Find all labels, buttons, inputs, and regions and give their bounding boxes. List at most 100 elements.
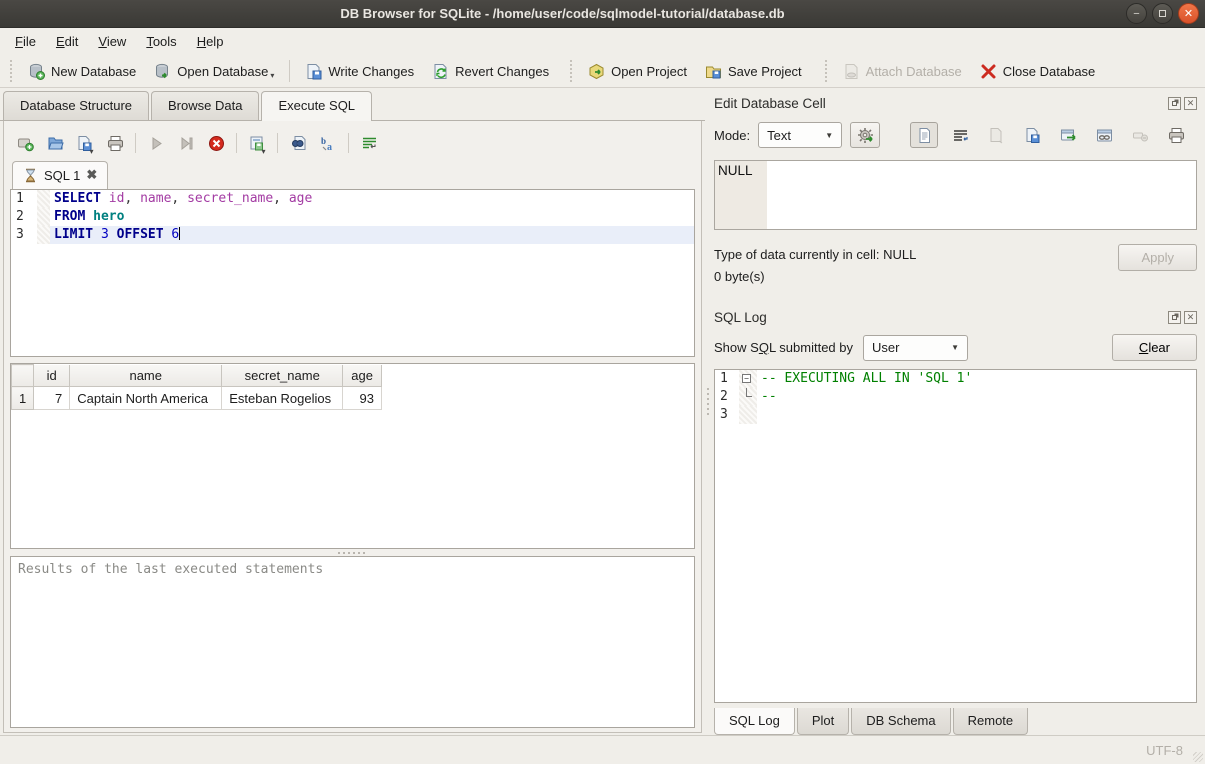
stop-icon (208, 135, 225, 152)
write-changes-button[interactable]: Write Changes (296, 59, 423, 84)
log-filter-select[interactable]: User ▼ (863, 335, 968, 361)
clear-log-button[interactable]: Clear (1112, 334, 1197, 361)
toolbar-drag-handle[interactable] (8, 60, 15, 82)
log-filter-label: Show SQL submitted by (714, 340, 853, 355)
mode-select[interactable]: Text ▼ (758, 122, 842, 148)
menu-edit[interactable]: Edit (47, 30, 87, 53)
save-sql-file-button[interactable]: ▾ (72, 130, 98, 156)
dock-float-button[interactable] (1168, 311, 1181, 324)
sql-log-view[interactable]: 1 − -- EXECUTING ALL IN 'SQL 1' 2 -- 3 (714, 369, 1197, 703)
menu-file[interactable]: File (6, 30, 45, 53)
horizontal-splitter[interactable] (10, 549, 695, 556)
close-button[interactable]: ✕ (1178, 3, 1199, 24)
save-results-button[interactable]: ▾ (244, 130, 270, 156)
log-line: 1 − -- EXECUTING ALL IN 'SQL 1' (715, 370, 1196, 388)
open-database-button[interactable]: Open Database ▾ (145, 59, 283, 84)
resize-grip-icon[interactable] (1193, 752, 1203, 762)
menu-view[interactable]: View (89, 30, 135, 53)
execute-all-button[interactable] (143, 130, 169, 156)
execution-messages[interactable]: Results of the last executed statements (10, 556, 695, 728)
close-database-button[interactable]: Close Database (971, 59, 1105, 84)
save-project-icon (705, 63, 722, 80)
title-bar[interactable]: DB Browser for SQLite - /home/user/code/… (0, 0, 1205, 28)
open-sql-file-button[interactable] (42, 130, 68, 156)
sql-log-dock-title: SQL Log (714, 310, 1168, 325)
set-null-button[interactable] (1126, 122, 1154, 148)
text-mode-button[interactable] (910, 122, 938, 148)
printer-icon (107, 135, 124, 152)
editor-line[interactable]: 1SELECT id, name, secret_name, age (11, 190, 694, 208)
cell-name[interactable]: Captain North America (70, 387, 222, 410)
edit-cell-dock-titlebar[interactable]: Edit Database Cell ✕ (714, 92, 1197, 114)
table-row[interactable]: 1 7 Captain North America Esteban Rogeli… (12, 387, 382, 410)
tab-db-schema[interactable]: DB Schema (851, 708, 950, 735)
log-filter-row: Show SQL submitted by User ▼ Clear (714, 334, 1197, 361)
float-icon (1172, 315, 1177, 320)
execute-line-button[interactable] (173, 130, 199, 156)
tab-remote[interactable]: Remote (953, 708, 1029, 735)
revert-changes-button[interactable]: Revert Changes (423, 59, 558, 84)
save-as-icon (1024, 127, 1041, 144)
import-cell-data-button[interactable] (982, 122, 1010, 148)
stop-execution-button[interactable] (203, 130, 229, 156)
dock-close-button[interactable]: ✕ (1184, 311, 1197, 324)
svg-text:a: a (327, 142, 332, 152)
database-open-icon (154, 63, 171, 80)
menu-help[interactable]: Help (188, 30, 233, 53)
new-database-button[interactable]: New Database (19, 59, 145, 84)
toolbar-drag-handle[interactable] (823, 60, 830, 82)
dock-close-button[interactable]: ✕ (1184, 97, 1197, 110)
fold-margin[interactable]: − (739, 370, 757, 388)
tab-execute-sql[interactable]: Execute SQL (261, 91, 372, 121)
tab-database-structure[interactable]: Database Structure (3, 91, 149, 120)
maximize-button[interactable] (1152, 3, 1173, 24)
auto-apply-button[interactable] (850, 122, 880, 148)
dock-float-button[interactable] (1168, 97, 1181, 110)
format-sql-button[interactable]: ba (315, 130, 341, 156)
sql-1-tab[interactable]: SQL 1 ✖ (12, 161, 108, 189)
fold-collapse-icon[interactable]: − (742, 374, 751, 383)
cell-age[interactable]: 93 (343, 387, 382, 410)
open-in-external-button[interactable] (1054, 122, 1082, 148)
cell-value-editor[interactable]: NULL (714, 160, 1197, 230)
corner-header[interactable] (12, 365, 34, 387)
attach-database-icon (843, 63, 860, 80)
minimize-button[interactable]: − (1126, 3, 1147, 24)
editor-line[interactable]: 2FROM hero (11, 208, 694, 226)
sql-tab-close-icon[interactable]: ✖ (86, 167, 97, 183)
attach-database-button[interactable]: Attach Database (834, 59, 971, 84)
cell-id[interactable]: 7 (34, 387, 70, 410)
sql-log-dock-titlebar[interactable]: SQL Log ✕ (714, 306, 1197, 328)
main-tab-bar: Database Structure Browse Data Execute S… (0, 90, 705, 121)
open-database-dropdown-icon[interactable]: ▾ (270, 71, 274, 80)
save-project-button[interactable]: Save Project (696, 59, 811, 84)
tab-sql-log[interactable]: SQL Log (714, 708, 795, 735)
editor-line[interactable]: 3LIMIT 3 OFFSET 6 (11, 226, 694, 244)
new-sql-tab-button[interactable] (12, 130, 38, 156)
column-header-secret-name[interactable]: secret_name (222, 365, 343, 387)
save-results-dropdown-icon[interactable]: ▾ (261, 147, 265, 156)
main-content: Database Structure Browse Data Execute S… (0, 88, 1205, 735)
print-button[interactable] (102, 130, 128, 156)
column-header-age[interactable]: age (343, 365, 382, 387)
encoding-indicator[interactable]: UTF-8 (1146, 743, 1183, 758)
apply-button[interactable]: Apply (1118, 244, 1197, 271)
tab-plot[interactable]: Plot (797, 708, 849, 735)
word-wrap-cell-button[interactable] (946, 122, 974, 148)
word-wrap-button[interactable] (356, 130, 382, 156)
column-header-id[interactable]: id (34, 365, 70, 387)
toolbar-drag-handle[interactable] (568, 60, 575, 82)
print-cell-button[interactable] (1162, 122, 1190, 148)
save-dropdown-icon[interactable]: ▾ (89, 147, 93, 156)
column-header-name[interactable]: name (70, 365, 222, 387)
results-grid[interactable]: id name secret_name age 1 7 Captain Nort… (10, 363, 695, 549)
cell-edit-area[interactable] (767, 161, 1196, 229)
copy-link-button[interactable] (1090, 122, 1118, 148)
menu-tools[interactable]: Tools (137, 30, 185, 53)
tab-browse-data[interactable]: Browse Data (151, 91, 259, 120)
cell-secret-name[interactable]: Esteban Rogelios (222, 387, 343, 410)
sql-editor[interactable]: 1SELECT id, name, secret_name, age2FROM … (10, 189, 695, 357)
open-project-button[interactable]: Open Project (579, 59, 696, 84)
find-button[interactable] (285, 130, 311, 156)
export-cell-data-button[interactable] (1018, 122, 1046, 148)
